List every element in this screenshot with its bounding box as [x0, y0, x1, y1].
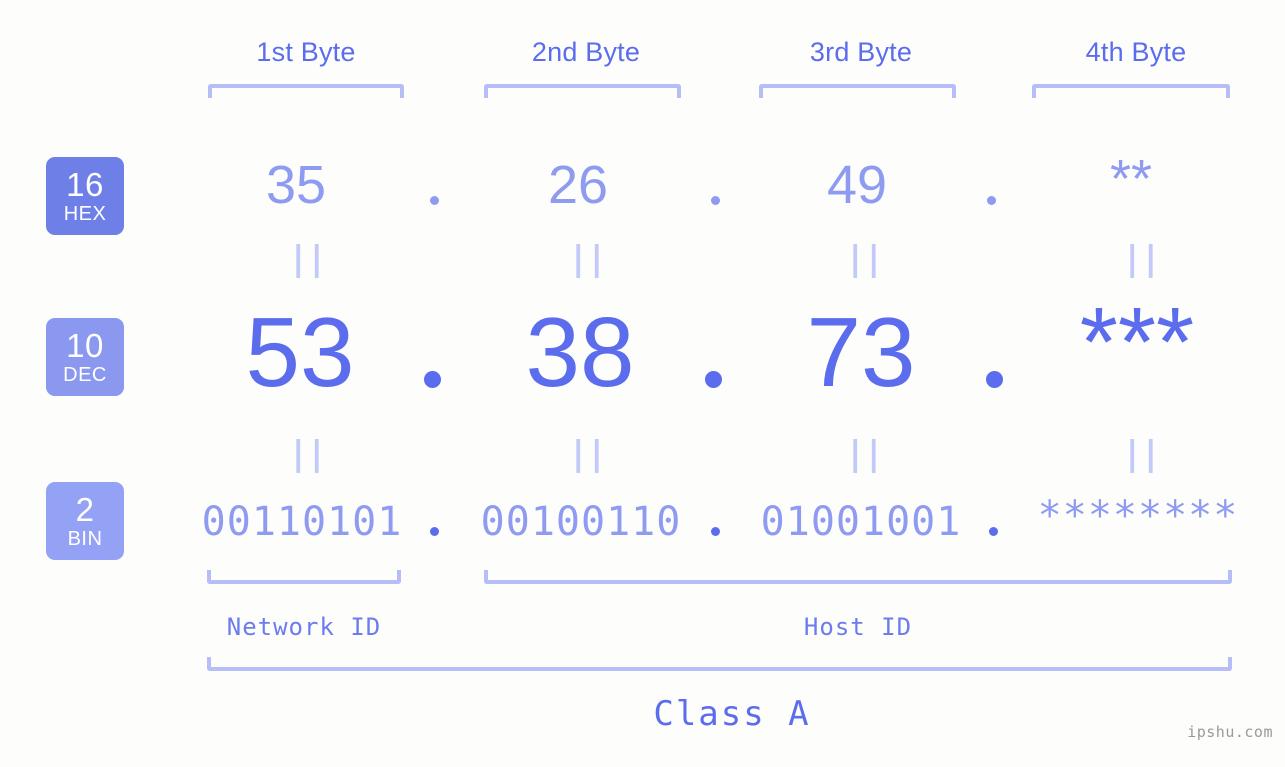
dec-byte-4: ***	[1079, 287, 1195, 397]
hex-byte-4: **	[1109, 149, 1153, 209]
bin-separator-2	[711, 527, 720, 536]
bin-byte-4: ********	[1037, 493, 1239, 539]
bin-byte-2: 00100110	[480, 499, 682, 545]
equals-hex-dec-4: ||	[1122, 239, 1161, 279]
ip-class-diagram: 1st Byte 2nd Byte 3rd Byte 4th Byte 16 H…	[0, 0, 1285, 767]
equals-dec-bin-4: ||	[1122, 434, 1161, 474]
base-badge-hex-number: 16	[66, 166, 104, 203]
class-label: Class A	[653, 694, 811, 734]
hex-byte-3: 49	[826, 155, 888, 215]
base-badge-dec-number: 10	[66, 327, 104, 364]
byte-header-4: 4th Byte	[1085, 37, 1187, 67]
equals-dec-bin-1: ||	[288, 434, 327, 474]
dec-byte-1: 53	[245, 297, 355, 407]
network-id-label: Network ID	[226, 613, 382, 641]
byte-header-2: 2nd Byte	[531, 37, 641, 67]
dec-separator-3	[986, 371, 1003, 388]
byte-header-3: 3rd Byte	[809, 37, 913, 67]
host-id-bracket	[484, 570, 1232, 584]
dec-separator-2	[705, 371, 722, 388]
base-badge-hex-label: HEX	[63, 203, 107, 225]
bin-separator-1	[430, 527, 439, 536]
equals-dec-bin-2: ||	[568, 434, 607, 474]
base-badge-bin-number: 2	[75, 491, 95, 528]
bin-separator-3	[989, 527, 998, 536]
byte-bracket-2	[484, 84, 681, 98]
dec-byte-2: 38	[525, 297, 635, 407]
equals-hex-dec-1: ||	[288, 239, 327, 279]
network-id-bracket	[207, 570, 401, 584]
equals-dec-bin-3: ||	[845, 434, 884, 474]
base-badge-bin-label: BIN	[67, 528, 103, 550]
hex-separator-3	[987, 196, 996, 205]
base-badge-hex: 16 HEX	[46, 157, 124, 235]
base-badge-dec-label: DEC	[63, 364, 107, 386]
host-id-label: Host ID	[803, 613, 913, 641]
site-watermark: ipshu.com	[1187, 723, 1273, 741]
hex-separator-2	[711, 196, 720, 205]
hex-byte-1: 35	[265, 155, 327, 215]
bin-byte-1: 00110101	[201, 499, 403, 545]
byte-bracket-3	[759, 84, 956, 98]
byte-bracket-1	[208, 84, 404, 98]
base-badge-bin: 2 BIN	[46, 482, 124, 560]
equals-hex-dec-2: ||	[568, 239, 607, 279]
equals-hex-dec-3: ||	[845, 239, 884, 279]
byte-bracket-4	[1032, 84, 1230, 98]
base-badge-dec: 10 DEC	[46, 318, 124, 396]
hex-byte-2: 26	[547, 155, 609, 215]
dec-byte-3: 73	[806, 297, 916, 407]
hex-separator-1	[430, 196, 439, 205]
dec-separator-1	[424, 371, 441, 388]
byte-header-1: 1st Byte	[256, 37, 356, 67]
class-bracket	[207, 657, 1232, 671]
bin-byte-3: 01001001	[760, 499, 962, 545]
